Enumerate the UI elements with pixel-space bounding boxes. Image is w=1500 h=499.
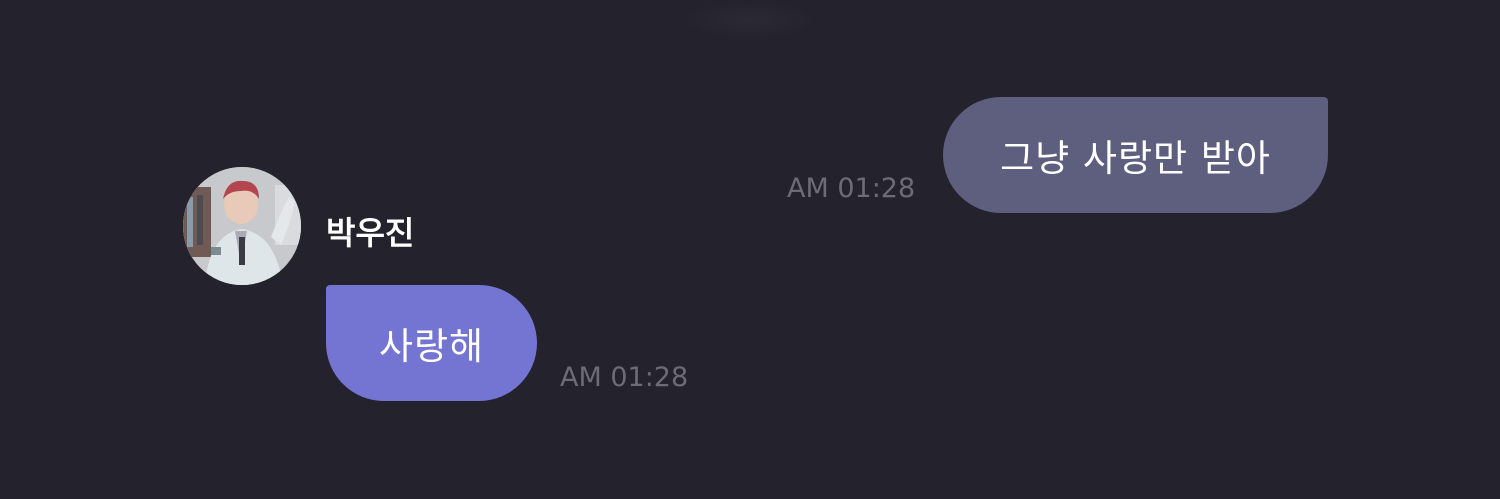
sent-message-timestamp: AM 01:28 [787,173,916,204]
received-message-timestamp: AM 01:28 [560,362,689,393]
sent-message-bubble[interactable]: 그냥 사랑만 받아 [943,97,1328,213]
profile-photo-icon [183,167,301,285]
chat-window: AM 01:28 그냥 사랑만 받아 박우진 사랑해 AM 01:28 [0,0,1500,499]
received-message-bubble[interactable]: 사랑해 [326,285,537,401]
sender-name: 박우진 [326,214,415,252]
sent-message-text: 그냥 사랑만 받아 [1000,137,1271,180]
top-fade-overlay [680,0,820,40]
avatar[interactable] [183,167,301,285]
received-message-text: 사랑해 [378,325,485,368]
